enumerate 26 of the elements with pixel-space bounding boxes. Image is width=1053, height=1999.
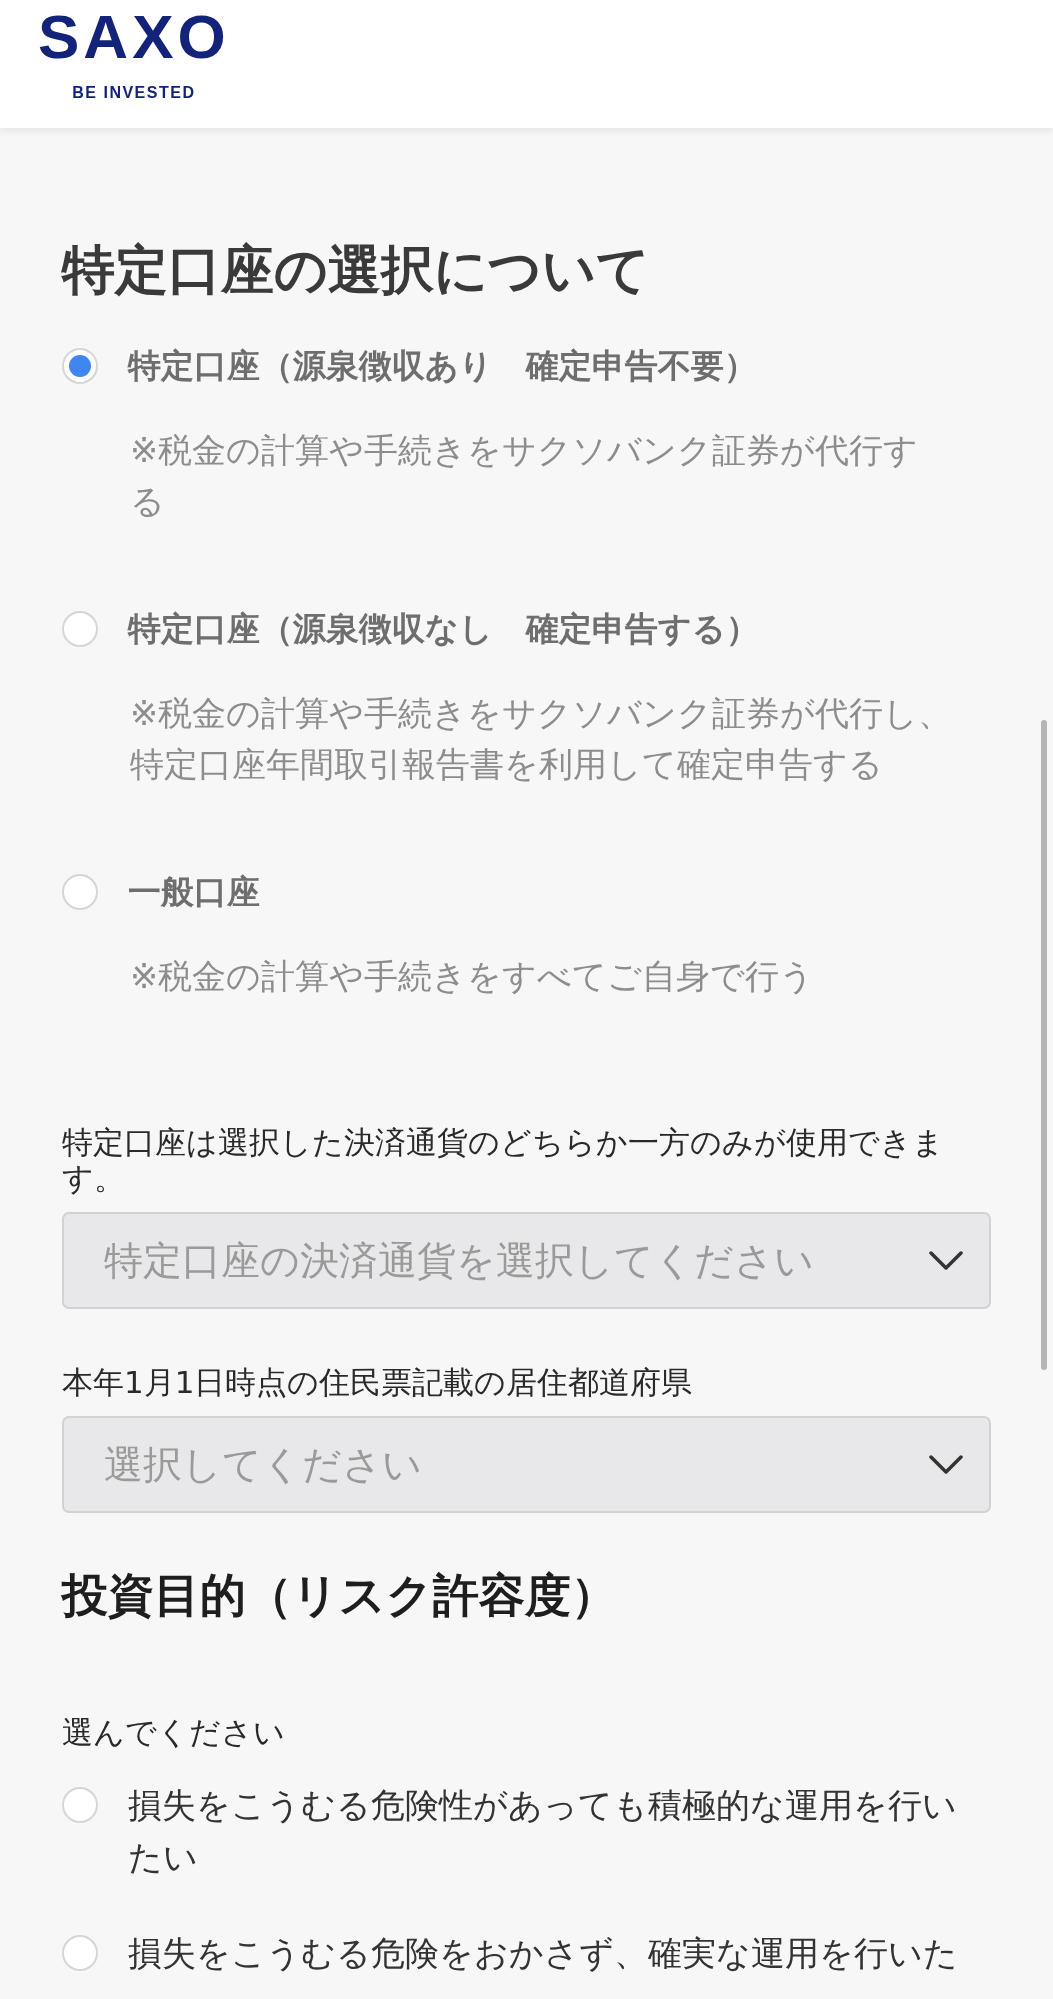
logo-text: SAXO — [38, 10, 230, 64]
radio-label: 損失をこうむる危険性があっても積極的な運用を行いたい — [128, 1784, 958, 1879]
radio-label: 特定口座（源泉徴収あり 確定申告不要） — [128, 345, 757, 387]
radio-button[interactable] — [62, 1935, 98, 1971]
radio-label: 一般口座 — [128, 871, 260, 913]
dropdown-field[interactable]: 選択してください — [62, 1416, 991, 1513]
section-heading: 特定口座の選択について — [62, 238, 651, 302]
option-note: ※税金の計算や手続きをすべてご自身で行う — [130, 956, 816, 998]
chevron-down-icon — [929, 1250, 963, 1271]
prompt-text: 選んでください — [62, 1714, 286, 1750]
option-note: ※税金の計算や手続きをサクソバンク証券が代行する — [130, 430, 920, 523]
scrollbar[interactable] — [1041, 720, 1047, 1370]
field-label: 本年1月1日時点の住民票記載の居住都道府県 — [62, 1364, 694, 1400]
option-note: ※税金の計算や手続きをサクソバンク証券が代行し、特定口座年間取引報告書を利用して確定申告する — [130, 693, 954, 786]
radio-label: 特定口座（源泉徴収なし 確定申告する） — [128, 608, 759, 650]
dropdown-field[interactable]: 特定口座の決済通貨を選択してください — [62, 1212, 991, 1309]
radio-button[interactable] — [62, 874, 98, 910]
radio-button[interactable] — [62, 1787, 98, 1823]
radio-button[interactable] — [62, 611, 98, 647]
section-heading: 投資目的（リスク許容度） — [62, 1567, 618, 1624]
field-label: 特定口座は選択した決済通貨のどちらか一方のみが使用できます。 — [62, 1124, 945, 1196]
logo-link[interactable]: SAXO BE INVESTED — [38, 10, 230, 102]
logo-tagline: BE INVESTED — [72, 84, 196, 102]
radio-button[interactable] — [62, 348, 98, 384]
chevron-down-icon — [929, 1454, 963, 1475]
radio-label: 損失をこうむる危険をおかさず、確実な運用を行いた — [128, 1932, 958, 1975]
